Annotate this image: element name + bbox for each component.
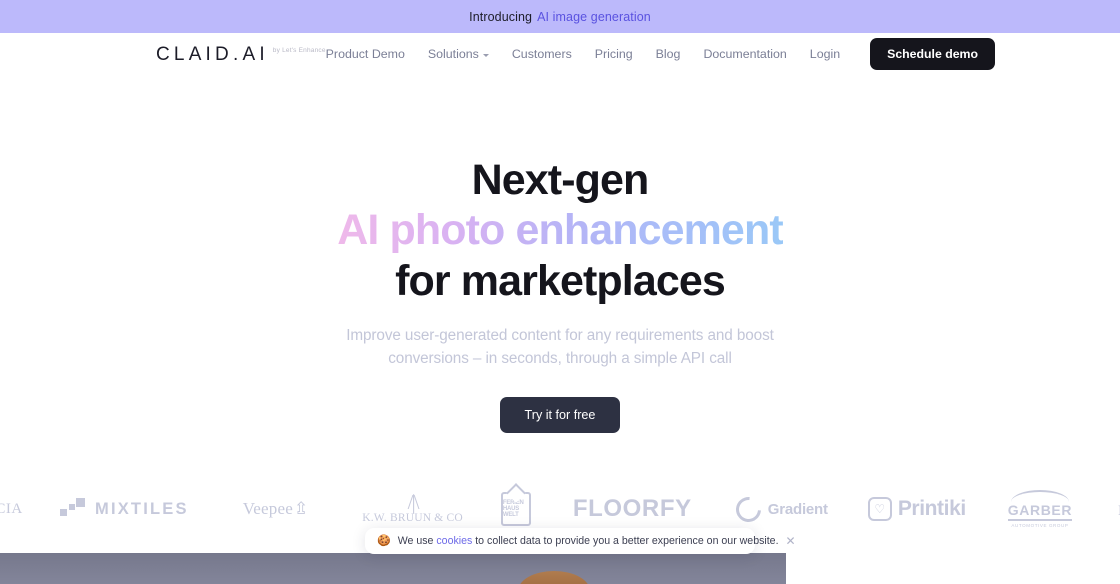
- nav-label: Customers: [511, 47, 572, 61]
- logo-veepee-text: Veepee: [242, 499, 293, 518]
- close-icon[interactable]: ✕: [786, 535, 796, 547]
- try-it-for-free-button[interactable]: Try it for free: [500, 397, 620, 434]
- hero-section: Next-gen AI photo enhancement for market…: [0, 75, 1120, 434]
- kw-bruun-mark-icon: /|\: [407, 489, 420, 514]
- logo-kw-bruun: /|\ K.W. BRUUN & CO: [362, 489, 463, 525]
- logo-gradient-text: Gradient: [767, 500, 828, 518]
- ferienhauswelt-house-icon: Ferien Haus Welt: [500, 492, 531, 526]
- logo-mixtiles-text: MIXTILES: [95, 499, 189, 518]
- cookie-text-before: We use: [397, 535, 437, 547]
- site-header: CLAID.AI by Let's Enhance Product Demo S…: [0, 33, 1120, 75]
- announcement-banner: Introducing AI image generation: [0, 0, 1120, 33]
- logo-kw-bruun-text: K.W. BRUUN & CO: [362, 512, 463, 525]
- nav-label: Documentation: [703, 47, 787, 61]
- nav-label: Product Demo: [325, 47, 405, 61]
- nav-label: Pricing: [594, 47, 633, 61]
- cookie-text-after: to collect data to provide you a better …: [472, 535, 779, 547]
- logo-floorfy: FLOORFY: [573, 495, 692, 523]
- logo-ferienhauswelt-text: Ferien Haus Welt: [502, 499, 524, 519]
- cookie-banner-text: We use cookies to collect data to provid…: [398, 535, 779, 547]
- nav-label: Blog: [655, 47, 681, 61]
- nav-item-solutions[interactable]: Solutions: [428, 47, 489, 61]
- hero-heading-line-1: Next-gen: [471, 156, 650, 204]
- chevron-down-icon: [482, 53, 489, 57]
- logo-printiki: ♡ Printiki: [867, 497, 966, 521]
- announcement-intro-text: Introducing: [469, 9, 533, 24]
- nav-item-customers[interactable]: Customers: [512, 47, 572, 61]
- logo-cia-text: CIA: [0, 500, 23, 517]
- announcement-link[interactable]: AI image generation: [537, 10, 651, 24]
- gradient-g-icon: [730, 491, 766, 527]
- hero-heading-line-3: for marketplaces: [395, 256, 726, 305]
- logo-floorfy-text: FLOORFY: [572, 495, 692, 522]
- garber-arc-icon: [1010, 490, 1069, 502]
- logo-subtitle: by Let's Enhance: [272, 46, 326, 54]
- cookie-policy-link[interactable]: cookies: [436, 535, 472, 547]
- hero-demo-image: [0, 553, 1120, 584]
- logo-gradient: Gradient: [730, 491, 828, 527]
- page-title: Next-gen AI photo enhancement for market…: [0, 155, 1120, 306]
- logo-veepee: Veepee ⇫: [243, 499, 309, 519]
- printiki-camera-icon: ♡: [867, 497, 892, 521]
- nav-item-documentation[interactable]: Documentation: [703, 47, 786, 61]
- logo-cia: CIA: [0, 501, 32, 518]
- nav-label: Login: [809, 47, 841, 61]
- logo-wordmark: CLAID.AI: [156, 43, 269, 65]
- main-navigation: Product Demo Solutions Customers Pricing…: [326, 38, 996, 70]
- logo[interactable]: CLAID.AI by Let's Enhance: [156, 45, 326, 64]
- hero-heading-line-2: AI photo enhancement: [337, 206, 783, 255]
- hero-subheading: Improve user-generated content for any r…: [0, 325, 1120, 370]
- veepee-swoosh-icon: ⇫: [293, 499, 309, 518]
- schedule-demo-button[interactable]: Schedule demo: [870, 38, 996, 70]
- logo-garber-text: GARBER: [1007, 502, 1073, 522]
- hero-subheading-line-2: conversions – in seconds, through a simp…: [388, 349, 732, 367]
- logo-mixtiles: MIXTILES: [60, 498, 189, 520]
- nav-item-blog[interactable]: Blog: [656, 47, 681, 61]
- cookie-icon: 🍪: [377, 534, 391, 547]
- logo-garber-subtext: AUTOMOTIVE GROUP: [1011, 522, 1069, 528]
- demo-image-backdrop: [0, 553, 786, 584]
- mixtiles-squares-icon: [60, 498, 86, 520]
- cookie-consent-banner: 🍪 We use cookies to collect data to prov…: [365, 528, 796, 554]
- nav-item-login[interactable]: Login: [810, 47, 840, 61]
- nav-label: Solutions: [427, 47, 479, 61]
- nav-item-product-demo[interactable]: Product Demo: [326, 47, 405, 61]
- logo-printiki-text: Printiki: [897, 497, 966, 520]
- nav-item-pricing[interactable]: Pricing: [595, 47, 633, 61]
- logo-garber: GARBER AUTOMOTIVE GROUP: [1007, 490, 1073, 528]
- logo-ferienhauswelt: Ferien Haus Welt: [500, 492, 531, 526]
- hero-subheading-line-1: Improve user-generated content for any r…: [346, 326, 774, 344]
